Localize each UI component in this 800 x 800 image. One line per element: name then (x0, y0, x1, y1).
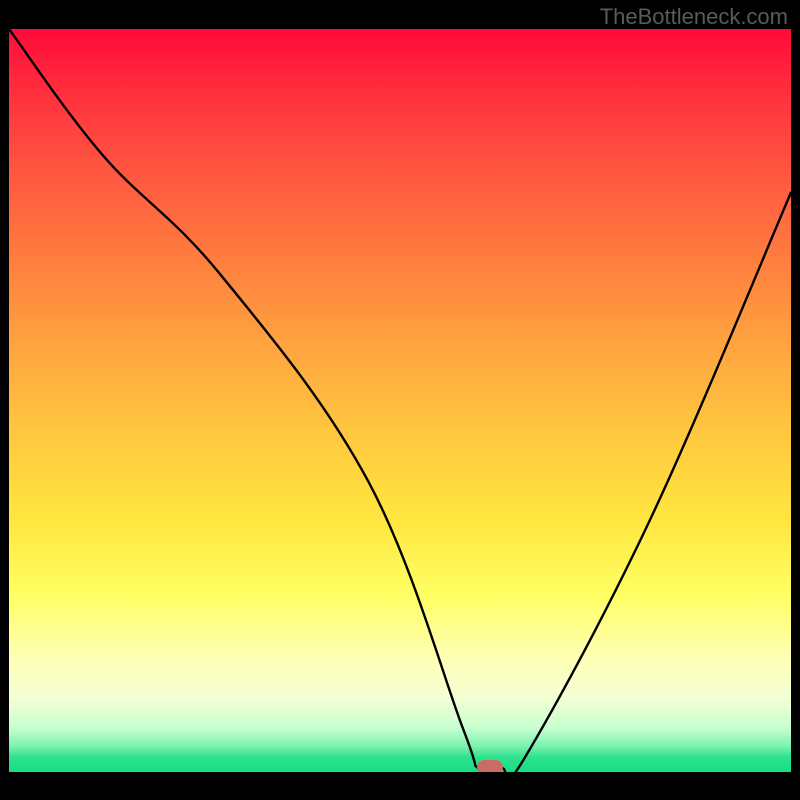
optimal-point-marker (477, 760, 503, 772)
watermark-text: TheBottleneck.com (600, 4, 788, 30)
plot-area (9, 29, 791, 772)
curve-svg (9, 29, 791, 772)
bottleneck-curve-line (9, 29, 791, 772)
